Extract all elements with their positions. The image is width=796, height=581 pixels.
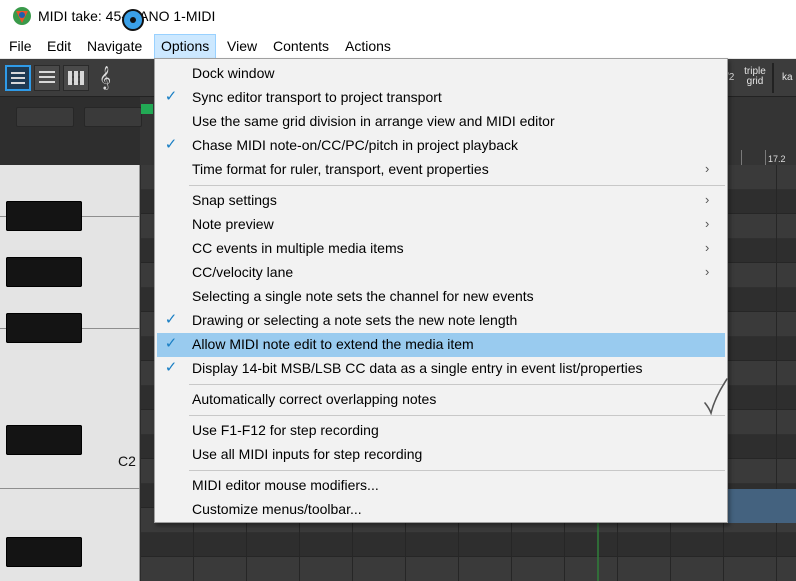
- check-icon: ✓: [164, 88, 178, 105]
- black-key[interactable]: [6, 201, 82, 231]
- menu-item-label: Allow MIDI note edit to extend the media…: [192, 336, 474, 352]
- handwritten-checkmark-icon: [704, 378, 728, 415]
- options-dropdown-menu: Dock window ✓ Sync editor transport to p…: [154, 58, 728, 523]
- menu-item-label: Chase MIDI note-on/CC/PC/pitch in projec…: [192, 137, 519, 153]
- menu-item-label: CC events in multiple media items: [192, 240, 404, 256]
- c2-key-label: C2: [118, 453, 136, 469]
- menu-options[interactable]: Options: [154, 34, 217, 59]
- submenu-arrow-icon: ›: [705, 192, 710, 207]
- menu-item-correct-overlapping[interactable]: Automatically correct overlapping notes: [157, 388, 725, 412]
- menu-item-cc-multiple-items[interactable]: CC events in multiple media items ›: [157, 237, 725, 261]
- piano-roll-view-icon[interactable]: [5, 65, 31, 91]
- submenu-arrow-icon: ›: [705, 240, 710, 255]
- menu-item-label: Drawing or selecting a note sets the new…: [192, 312, 518, 328]
- menu-item-customize-menus[interactable]: Customize menus/toolbar...: [157, 498, 725, 522]
- menu-item-all-midi-inputs-step[interactable]: Use all MIDI inputs for step recording: [157, 443, 725, 467]
- reaper-logo-icon: [13, 7, 31, 25]
- black-key[interactable]: [6, 537, 82, 567]
- menu-item-label: Dock window: [192, 65, 275, 81]
- triple-grid-toggle[interactable]: triple grid: [740, 67, 770, 87]
- menu-separator: [189, 415, 725, 416]
- menu-item-label: Snap settings: [192, 192, 277, 208]
- menu-item-label: Display 14-bit MSB/LSB CC data as a sing…: [192, 360, 643, 376]
- white-key-divider: [0, 488, 140, 489]
- check-icon: ✓: [164, 359, 178, 376]
- menu-item-sync-transport[interactable]: ✓ Sync editor transport to project trans…: [157, 86, 725, 110]
- menu-item-dock-window[interactable]: Dock window: [157, 62, 725, 86]
- menu-item-cc-velocity-lane[interactable]: CC/velocity lane ›: [157, 261, 725, 285]
- menu-item-label: MIDI editor mouse modifiers...: [192, 477, 379, 493]
- menu-item-same-grid-division[interactable]: Use the same grid division in arrange vi…: [157, 110, 725, 134]
- menu-item-label: Customize menus/toolbar...: [192, 501, 362, 517]
- submenu-arrow-icon: ›: [705, 216, 710, 231]
- submenu-arrow-icon: ›: [705, 161, 710, 176]
- menu-item-label: Use the same grid division in arrange vi…: [192, 113, 555, 129]
- menu-item-chase-midi[interactable]: ✓ Chase MIDI note-on/CC/PC/pitch in proj…: [157, 134, 725, 158]
- menu-item-label: Selecting a single note sets the channel…: [192, 288, 534, 304]
- ruler-tick: [765, 150, 766, 165]
- ruler-tick: [741, 150, 742, 165]
- menu-item-label: Automatically correct overlapping notes: [192, 391, 437, 407]
- menu-item-label: Note preview: [192, 216, 274, 232]
- treble-clef-icon[interactable]: 𝄞: [92, 65, 118, 91]
- menu-item-single-note-channel[interactable]: Selecting a single note sets the channel…: [157, 285, 725, 309]
- menu-item-time-format[interactable]: Time format for ruler, transport, event …: [157, 158, 725, 182]
- menu-file[interactable]: File: [3, 34, 38, 59]
- black-key[interactable]: [6, 257, 82, 287]
- menu-separator: [189, 185, 725, 186]
- menu-item-label: Sync editor transport to project transpo…: [192, 89, 442, 105]
- submenu-arrow-icon: ›: [705, 264, 710, 279]
- drum-grid-view-icon[interactable]: [63, 65, 89, 91]
- menu-contents[interactable]: Contents: [267, 34, 335, 59]
- menu-item-extend-media-item[interactable]: ✓ Allow MIDI note edit to extend the med…: [157, 333, 725, 357]
- menu-edit[interactable]: Edit: [41, 34, 77, 59]
- menu-item-note-preview[interactable]: Note preview ›: [157, 213, 725, 237]
- menu-separator: [189, 470, 725, 471]
- menu-item-f1-f12-step[interactable]: Use F1-F12 for step recording: [157, 419, 725, 443]
- toolbar-divider: [772, 63, 774, 93]
- loop-start-marker[interactable]: [141, 104, 153, 114]
- check-icon: ✓: [164, 136, 178, 153]
- menu-item-14bit-cc[interactable]: ✓ Display 14-bit MSB/LSB CC data as a si…: [157, 357, 725, 381]
- title-bar: MIDI take: 45-PIANO 1-MIDI: [0, 0, 796, 34]
- ruler-control-left[interactable]: [16, 107, 74, 127]
- menu-actions[interactable]: Actions: [339, 34, 397, 59]
- black-key[interactable]: [6, 425, 82, 455]
- menu-separator: [189, 384, 725, 385]
- menu-item-label: Time format for ruler, transport, event …: [192, 161, 489, 177]
- menu-item-mouse-modifiers[interactable]: MIDI editor mouse modifiers...: [157, 474, 725, 498]
- menu-item-snap-settings[interactable]: Snap settings ›: [157, 189, 725, 213]
- menu-item-note-length[interactable]: ✓ Drawing or selecting a note sets the n…: [157, 309, 725, 333]
- ruler-control-right[interactable]: [84, 107, 142, 127]
- piano-keyboard[interactable]: [0, 165, 140, 581]
- menu-item-label: Use F1-F12 for step recording: [192, 422, 379, 438]
- menu-item-label: Use all MIDI inputs for step recording: [192, 446, 423, 462]
- ruler-tick-label: 17.2: [768, 154, 786, 164]
- check-icon: ✓: [164, 335, 178, 352]
- menu-view[interactable]: View: [221, 34, 263, 59]
- menu-navigate[interactable]: Navigate: [81, 34, 148, 59]
- named-notes-view-icon[interactable]: [34, 65, 60, 91]
- check-icon: ✓: [164, 311, 178, 328]
- black-key[interactable]: [6, 313, 82, 343]
- menu-item-label: CC/velocity lane: [192, 264, 294, 280]
- menu-bar: File Edit Navigate Options View Contents…: [0, 34, 796, 59]
- toolbar-truncated-button[interactable]: ka: [782, 72, 793, 83]
- midi-input-icon[interactable]: [122, 9, 144, 31]
